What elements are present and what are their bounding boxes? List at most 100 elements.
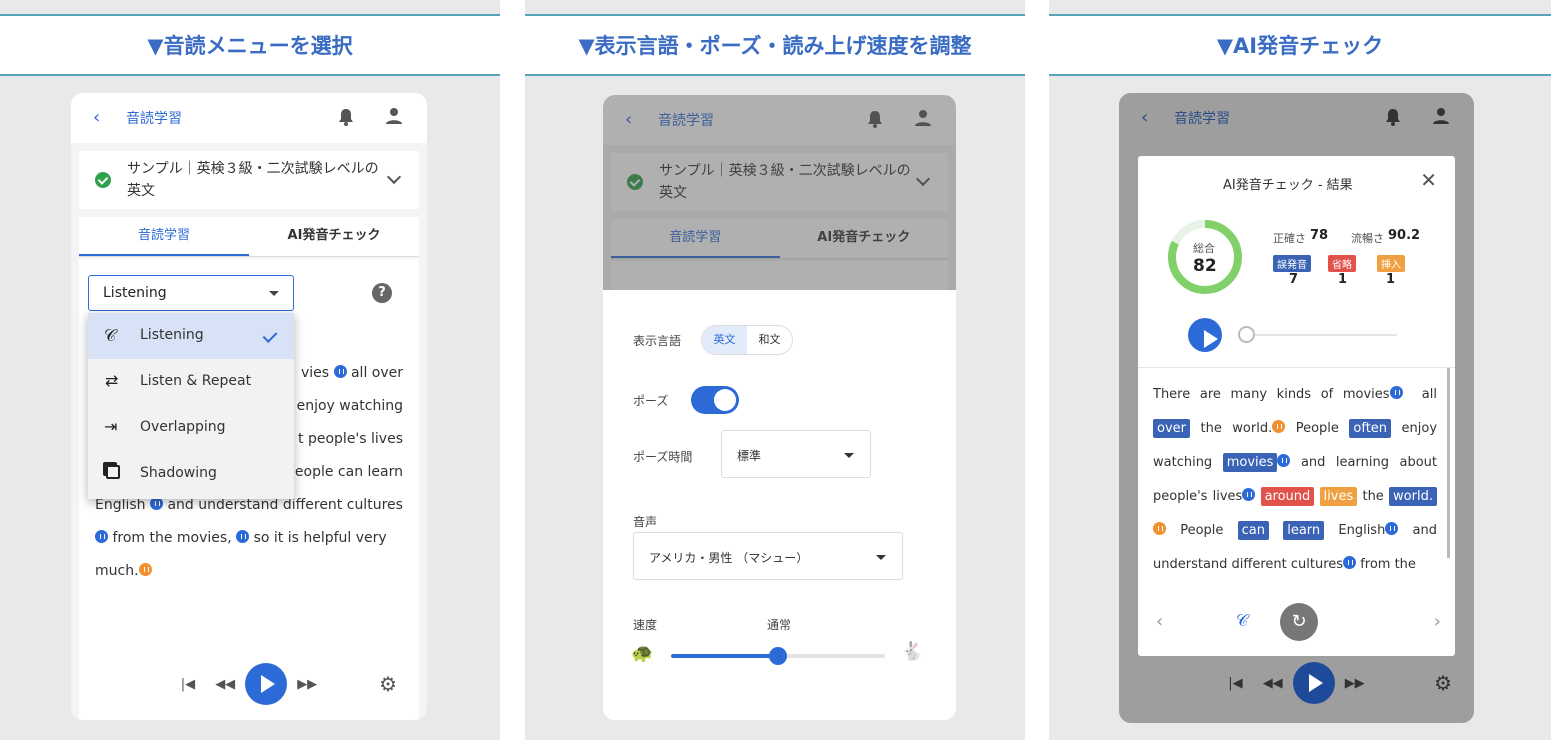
pause-label: ポーズ xyxy=(633,394,669,408)
page-title: 音読学習 xyxy=(1174,111,1230,127)
result-scrollbar[interactable] xyxy=(1447,368,1450,558)
lang-option-japanese[interactable]: 和文 xyxy=(747,326,792,354)
word-mispronounced[interactable]: movies xyxy=(1222,453,1278,472)
skip-back-icon[interactable]: |◀ xyxy=(181,677,195,692)
skip-back-icon[interactable]: |◀ xyxy=(1228,676,1242,691)
back-icon[interactable]: ‹ xyxy=(93,107,100,128)
result-text: There are many kinds of movies all over … xyxy=(1153,378,1437,583)
pause-marker-icon[interactable] xyxy=(1277,454,1291,467)
play-button[interactable] xyxy=(1292,662,1335,704)
chevron-down-icon xyxy=(386,169,402,185)
menu-item-listen-repeat[interactable]: ⇄ Listen & Repeat xyxy=(88,359,294,405)
omission-count: 1 xyxy=(1338,272,1348,287)
rewind-icon[interactable]: ◀◀ xyxy=(1263,676,1283,691)
retry-button[interactable]: ↻ xyxy=(1280,603,1318,641)
check-icon xyxy=(95,172,111,188)
fluency-label: 流暢さ xyxy=(1351,232,1384,245)
word: all xyxy=(1421,387,1437,402)
voice-select[interactable]: アメリカ・男性 （マシュー） xyxy=(633,532,903,580)
forward-icon[interactable]: ▶▶ xyxy=(297,677,317,692)
pause-marker-icon[interactable] xyxy=(95,530,108,543)
voice-label: 音声 xyxy=(633,515,658,529)
checkmark-icon xyxy=(262,328,278,343)
word: There are many kinds of movies xyxy=(1153,387,1390,402)
text-fragment: so it is helpful very xyxy=(253,530,387,546)
play-button[interactable] xyxy=(245,663,288,705)
result-dialog: AI発音チェック - 結果 ✕ 総合 82 正確さ 78 流暢さ 90.2 誤発… xyxy=(1138,156,1455,656)
top-bar: ‹ 音読学習 xyxy=(71,93,427,143)
word-omitted[interactable]: around xyxy=(1260,487,1315,506)
account-icon[interactable] xyxy=(1432,107,1450,125)
total-label: 総合 xyxy=(1193,242,1215,255)
insertion-badge: 挿入 xyxy=(1377,255,1405,272)
pause-marker-icon[interactable] xyxy=(1385,522,1399,535)
back-icon[interactable]: ‹ xyxy=(1141,107,1148,128)
panel-header: ▼音読メニューを選択 xyxy=(0,14,500,76)
chevron-right-icon[interactable]: › xyxy=(1434,611,1441,632)
chevron-left-icon[interactable]: ‹ xyxy=(1156,611,1163,632)
pause-marker-icon[interactable] xyxy=(1272,420,1286,433)
menu-item-overlapping[interactable]: ⇥ Overlapping xyxy=(88,405,294,451)
phone-screen: ‹ 音読学習 サンプル｜英検３級・二次試験レベルの英文 音読学習 AI発音チェッ… xyxy=(603,95,956,720)
course-selector[interactable]: サンプル｜英検３級・二次試験レベルの英文 xyxy=(79,151,419,209)
recording-progress-handle[interactable] xyxy=(1238,326,1255,343)
mode-select[interactable]: Listening xyxy=(88,275,294,311)
pause-marker-icon[interactable] xyxy=(1153,522,1166,535)
toggle-knob xyxy=(714,389,736,411)
bell-icon[interactable] xyxy=(338,108,354,126)
mispronunciation-badge: 誤発音 xyxy=(1273,255,1311,272)
pause-marker-icon[interactable] xyxy=(333,365,347,378)
recording-progress-track[interactable] xyxy=(1255,334,1397,336)
end-marker-icon[interactable] xyxy=(138,563,152,576)
panel-header: ▼AI発音チェック xyxy=(1049,14,1551,76)
menu-item-listening[interactable]: 𝒞 Listening xyxy=(88,313,294,359)
help-icon[interactable]: ? xyxy=(372,283,392,303)
speed-label: 速度 xyxy=(633,618,658,632)
tab-ai-check[interactable]: AI発音チェック xyxy=(249,217,419,256)
menu-item-label: Listen & Repeat xyxy=(140,373,252,389)
pause-marker-icon[interactable] xyxy=(1343,556,1357,569)
pause-toggle[interactable] xyxy=(691,386,739,414)
voice-value: アメリカ・男性 （マシュー） xyxy=(649,551,809,565)
speed-slider[interactable] xyxy=(671,647,885,665)
word-mispronounced[interactable]: over xyxy=(1153,419,1190,438)
dim-overlay[interactable] xyxy=(603,95,956,290)
forward-icon[interactable]: ▶▶ xyxy=(1345,676,1365,691)
turtle-icon: 🐢 xyxy=(631,643,654,664)
menu-item-shadowing[interactable]: Shadowing xyxy=(88,451,294,497)
overlap-arrow-icon: ⇥ xyxy=(104,417,118,436)
word-mispronounced[interactable]: world. xyxy=(1389,487,1437,506)
pause-time-label: ポーズ時間 xyxy=(633,450,693,464)
ear-icon[interactable]: 𝒞 xyxy=(1236,611,1248,631)
recording-play-button[interactable] xyxy=(1188,318,1222,352)
gear-icon[interactable]: ⚙ xyxy=(1434,671,1452,695)
pause-marker-icon[interactable] xyxy=(1389,386,1403,399)
accuracy-label: 正確さ xyxy=(1273,232,1306,245)
pause-marker-icon[interactable] xyxy=(236,530,250,543)
word-mispronounced[interactable]: often xyxy=(1349,419,1392,438)
word-mispronounced[interactable]: can xyxy=(1237,521,1269,540)
word-mispronounced[interactable]: learn xyxy=(1283,521,1325,540)
text-fragment: eople can learn xyxy=(294,464,403,480)
speed-slider-handle[interactable] xyxy=(769,647,787,665)
player-controls: |◀ ◀◀ ▶▶ ⚙ xyxy=(79,648,419,720)
text-fragment: vies xyxy=(300,365,330,381)
account-icon[interactable] xyxy=(385,107,403,125)
display-language-label: 表示言語 xyxy=(633,334,682,348)
insertion-count: 1 xyxy=(1386,272,1396,287)
rewind-icon[interactable]: ◀◀ xyxy=(215,677,235,692)
pause-time-select[interactable]: 標準 xyxy=(721,430,871,478)
course-title: サンプル｜英検３級・二次試験レベルの英文 xyxy=(127,161,379,199)
word-inserted[interactable]: lives xyxy=(1319,487,1358,506)
pause-marker-icon[interactable] xyxy=(1242,488,1256,501)
phone-screen: ‹ 音読学習 サンプル｜英検３級・二次試験レベルの英文 音読学習 AI発音チェッ… xyxy=(71,93,427,720)
rabbit-icon: 🐇 xyxy=(901,641,924,662)
lang-option-english[interactable]: 英文 xyxy=(702,326,747,354)
tab-reading[interactable]: 音読学習 xyxy=(79,217,249,256)
gear-icon[interactable]: ⚙ xyxy=(379,672,397,696)
bell-icon[interactable] xyxy=(1385,108,1401,126)
divider xyxy=(1138,367,1455,368)
dialog-title: AI発音チェック - 結果 xyxy=(1223,178,1353,193)
pause-time-value: 標準 xyxy=(737,449,762,463)
close-icon[interactable]: ✕ xyxy=(1420,168,1437,192)
